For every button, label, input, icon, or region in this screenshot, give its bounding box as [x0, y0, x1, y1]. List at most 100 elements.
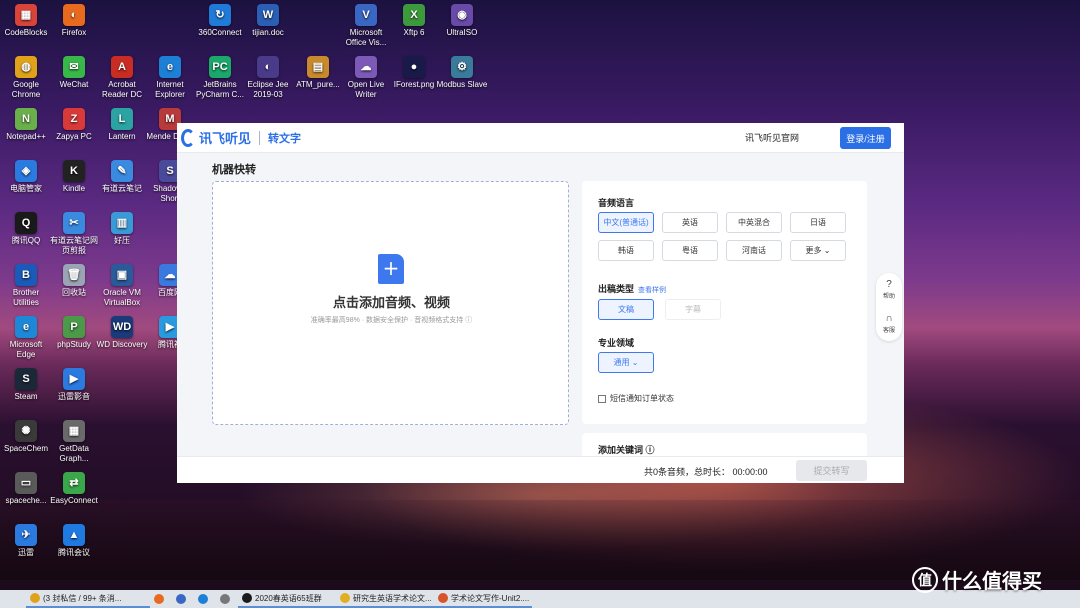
desktop-app-icon: P	[63, 316, 85, 338]
desktop-icon[interactable]: Wtijian.doc	[242, 4, 294, 38]
desktop-icon[interactable]: X Xftp 6	[388, 4, 440, 38]
footer-bar: 共0条音频，总时长： 00:00:00 提交转写	[177, 456, 904, 483]
desktop-app-icon: X	[403, 4, 425, 26]
output-option-subtitle[interactable]: 字幕	[665, 299, 721, 320]
help-tool[interactable]: ? 帮助	[876, 279, 902, 300]
taskbar-app-icon	[220, 594, 230, 604]
desktop-icon[interactable]: 🗑 回收站	[48, 264, 100, 298]
taskbar-item[interactable]: (3 封私信 / 99+ 条消...	[26, 590, 150, 608]
desktop-icon[interactable]: ◍ Google Chrome	[0, 56, 52, 100]
desktop-icon-label: WD Discovery	[96, 340, 148, 349]
desktop-icon[interactable]: ● IForest.png	[388, 56, 440, 90]
desktop-icon-label: 迅雷影音	[58, 392, 90, 401]
service-label: 客服	[882, 328, 895, 334]
desktop-icon[interactable]: ▶ 迅雷影音	[48, 368, 100, 402]
sms-notify-row[interactable]: 短信通知订单状态	[598, 393, 674, 404]
desktop-icon-label: 电脑管家	[10, 184, 42, 193]
desktop-icon-label: Steam	[14, 392, 38, 401]
desktop-icon[interactable]: K Kindle	[48, 160, 100, 194]
desktop-icon[interactable]: ◐ Firefox	[48, 4, 100, 38]
upload-dropzone[interactable]: + 点击添加音频、视频 准确率最高98% · 数据安全保护 · 音视频格式支持 …	[212, 181, 569, 425]
upload-title[interactable]: 点击添加音频、视频	[213, 292, 570, 311]
desktop-icon-label: 有道云笔记网页剪报	[50, 236, 98, 255]
desktop-icon[interactable]: ✈ 迅雷	[0, 524, 52, 558]
desktop-app-icon: S	[15, 368, 37, 390]
taskbar-item[interactable]	[194, 590, 216, 608]
desktop-icon[interactable]: ▣ Oracle VM VirtualBox	[96, 264, 148, 308]
desktop-icon-label: SpaceChem	[3, 444, 49, 453]
desktop-icon-label: Xftp 6	[403, 28, 425, 37]
desktop-icon[interactable]: ✺ SpaceChem	[0, 420, 52, 454]
domain-label: 专业领域	[598, 338, 635, 348]
output-option-document[interactable]: 文稿	[598, 299, 654, 320]
desktop-icon-label: spaceche...	[5, 496, 47, 505]
lang-more-dropdown[interactable]: 更多 ⌄	[790, 240, 846, 261]
desktop-app-icon: WD	[111, 316, 133, 338]
lang-option-henan[interactable]: 河南话	[726, 240, 782, 261]
desktop-icon[interactable]: ▭ spaceche...	[0, 472, 52, 506]
desktop-icon[interactable]: Z Zapya PC	[48, 108, 100, 142]
taskbar-item[interactable]	[216, 590, 238, 608]
desktop-icon[interactable]: ▦ CodeBlocks	[0, 4, 52, 38]
add-keywords-label[interactable]: 添加关键词 ⓘ	[598, 443, 655, 456]
desktop-app-icon: ◐	[63, 4, 85, 26]
desktop-icon-label: Internet Explorer	[155, 80, 185, 99]
desktop-icon[interactable]: PC JetBrains PyCharm C...	[194, 56, 246, 100]
desktop-icon[interactable]: V Microsoft Office Vis...	[340, 4, 392, 48]
taskbar-item[interactable]	[150, 590, 172, 608]
desktop-icon[interactable]: PphpStudy	[48, 316, 100, 350]
desktop-icon[interactable]: L Lantern	[96, 108, 148, 142]
desktop-icon[interactable]: ◉ UltraISO	[436, 4, 488, 38]
lang-option-english[interactable]: 英语	[662, 212, 718, 233]
desktop-icon[interactable]: ☁ Open Live Writer	[340, 56, 392, 100]
desktop-app-icon: ✺	[15, 420, 37, 442]
desktop-icon[interactable]: N Notepad++	[0, 108, 52, 142]
domain-dropdown[interactable]: 通用 ⌄	[598, 352, 654, 373]
lang-option-japanese[interactable]: 日语	[790, 212, 846, 233]
add-file-icon[interactable]: +	[378, 254, 404, 284]
desktop-icon[interactable]: ✉ WeChat	[48, 56, 100, 90]
taskbar-item[interactable]: 2020春英语65班群	[238, 590, 336, 608]
desktop-icon[interactable]: A Acrobat Reader DC	[96, 56, 148, 100]
taskbar-item[interactable]: 研究生英语学术论文...	[336, 590, 434, 608]
desktop-icon[interactable]: ▤ ATM_pure...	[292, 56, 344, 90]
desktop-icon[interactable]: B Brother Utilities	[0, 264, 52, 308]
lang-option-mandarin[interactable]: 中文(普通话)	[598, 212, 654, 233]
submit-transcribe-button[interactable]: 提交转写	[796, 460, 867, 481]
desktop-icon[interactable]: WD WD Discovery	[96, 316, 148, 350]
desktop-icon-label: 腾讯会议	[58, 548, 90, 557]
page-title: 机器快转	[212, 164, 256, 176]
desktop-icon[interactable]: ▦ GetData Graph...	[48, 420, 100, 464]
lang-option-korean[interactable]: 韩语	[598, 240, 654, 261]
view-sample-link[interactable]: 查看样例	[638, 287, 666, 294]
taskbar-item[interactable]	[172, 590, 194, 608]
lang-option-mixed[interactable]: 中英混合	[726, 212, 782, 233]
desktop-icon[interactable]: S Steam	[0, 368, 52, 402]
desktop-icon[interactable]: ↻ 360Connect	[194, 4, 246, 38]
lang-option-cantonese[interactable]: 粤语	[662, 240, 718, 261]
app-logo[interactable]: 讯飞听见 转文字	[181, 128, 301, 147]
desktop-icon[interactable]: ▥ 好压	[96, 212, 148, 246]
taskbar-item[interactable]: 学术论文写作-Unit2....	[434, 590, 532, 608]
desktop-icon[interactable]: ✎ 有道云笔记	[96, 160, 148, 194]
audio-language-label: 音频语言	[598, 198, 635, 208]
official-site-link[interactable]: 讯飞听见官网	[745, 131, 799, 144]
desktop-icon[interactable]: ◈ 电脑管家	[0, 160, 52, 194]
desktop-icon[interactable]: ⚙ Modbus Slave	[436, 56, 488, 90]
desktop-icon-label: JetBrains PyCharm C...	[195, 80, 244, 99]
login-register-button[interactable]: 登录/注册	[840, 127, 891, 149]
desktop-icon[interactable]: ◐ Eclipse Jee 2019-03	[242, 56, 294, 100]
service-tool[interactable]: ∩ 客服	[876, 313, 902, 334]
sms-notify-checkbox[interactable]	[598, 394, 606, 403]
desktop-icon[interactable]: ✂ 有道云笔记网页剪报	[48, 212, 100, 256]
audio-summary: 共0条音频，总时长： 00:00:00	[644, 467, 768, 477]
desktop-icon[interactable]: e Microsoft Edge	[0, 316, 52, 360]
desktop-icon[interactable]: ▲ 腾讯会议	[48, 524, 100, 558]
desktop-app-icon: ▶	[63, 368, 85, 390]
desktop-icon[interactable]: Q 腾讯QQ	[0, 212, 52, 246]
desktop-icon[interactable]: e Internet Explorer	[144, 56, 196, 100]
desktop-app-icon: W	[257, 4, 279, 26]
desktop-icon-label: Notepad++	[6, 132, 46, 141]
desktop-icon[interactable]: ⇄ EasyConnect	[48, 472, 100, 506]
desktop-icon-label: 迅雷	[18, 548, 34, 557]
